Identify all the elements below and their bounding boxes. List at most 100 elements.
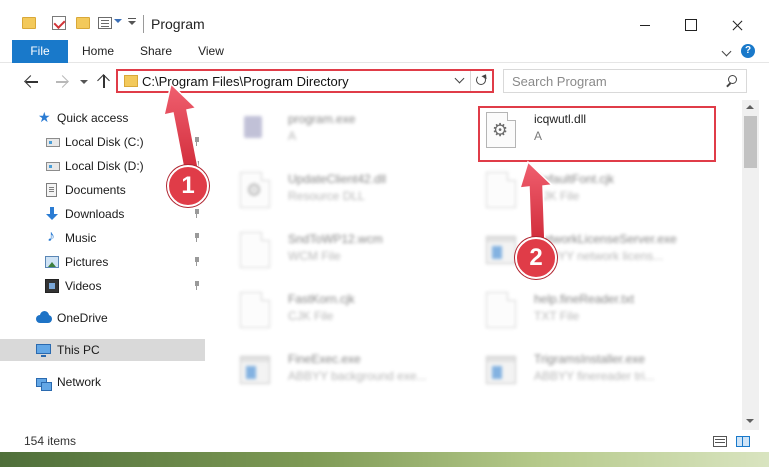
ribbon: File Home Share View ? xyxy=(0,40,769,63)
file-icon xyxy=(486,172,516,208)
documents-icon xyxy=(46,183,57,197)
pin-icon[interactable] xyxy=(193,209,201,218)
list-item[interactable]: DefaultFont.cjk CJK File xyxy=(460,164,700,216)
list-item[interactable]: FineExec.exe ABBYY background exe... xyxy=(214,344,454,396)
dll-gear-icon xyxy=(240,172,270,208)
search-input[interactable]: Search Program xyxy=(512,74,607,89)
file-name: TrigramsInstaller.exe xyxy=(534,352,645,366)
tab-share[interactable]: Share xyxy=(136,40,176,63)
sidebar-item-label: Network xyxy=(57,375,102,389)
sidebar-item-quick-access[interactable]: Quick access xyxy=(0,107,205,129)
sidebar-item-network[interactable]: Network xyxy=(0,371,205,393)
computer-icon xyxy=(36,344,51,357)
pin-icon[interactable] xyxy=(193,233,201,242)
scroll-thumb[interactable] xyxy=(744,116,757,168)
list-item[interactable]: SndToWP12.wcm WCM File xyxy=(214,224,454,276)
file-type: CJK File xyxy=(534,189,580,203)
title-separator xyxy=(143,15,144,33)
minimize-button[interactable] xyxy=(622,12,668,38)
pin-icon[interactable] xyxy=(193,257,201,266)
setup-icon xyxy=(240,112,270,148)
file-icon xyxy=(486,292,516,328)
tab-file[interactable]: File xyxy=(12,40,68,63)
recent-locations-icon[interactable] xyxy=(80,80,88,84)
pin-icon[interactable] xyxy=(193,137,201,146)
properties-check-icon[interactable] xyxy=(52,16,66,30)
search-icon[interactable] xyxy=(726,75,737,86)
sidebar-item-pictures[interactable]: Pictures xyxy=(0,251,205,273)
list-item[interactable]: FastKorn.cjk CJK File xyxy=(214,284,454,336)
status-bar: 154 items xyxy=(0,430,769,452)
customize-toolbar-icon[interactable] xyxy=(128,18,136,26)
search-box[interactable]: Search Program xyxy=(503,69,747,93)
rename-icon[interactable] xyxy=(98,17,112,29)
expand-ribbon-icon[interactable] xyxy=(721,46,732,57)
file-icon xyxy=(240,292,270,328)
sidebar-item-label: This PC xyxy=(57,343,100,357)
onedrive-icon xyxy=(36,311,52,325)
file-type: CJK File xyxy=(288,309,334,323)
file-name: help.fineReader.txt xyxy=(534,292,635,306)
sidebar-item-onedrive[interactable]: OneDrive xyxy=(0,307,205,329)
drive-icon xyxy=(46,162,60,171)
vertical-scrollbar[interactable] xyxy=(742,100,759,430)
file-type: WCM File xyxy=(288,249,341,263)
refresh-icon[interactable] xyxy=(470,71,490,91)
folder-icon xyxy=(22,17,36,29)
list-item[interactable]: TrigramsInstaller.exe ABBYY finereader t… xyxy=(460,344,700,396)
close-button[interactable] xyxy=(714,12,760,38)
sidebar-item-local-disk-c[interactable]: Local Disk (C:) xyxy=(0,131,205,153)
sidebar-item-videos[interactable]: Videos xyxy=(0,275,205,297)
videos-icon xyxy=(45,279,59,293)
exe-icon xyxy=(240,356,270,384)
step-2-badge: 2 xyxy=(515,237,557,279)
file-type: A xyxy=(288,129,297,143)
up-arrow-icon[interactable] xyxy=(97,73,111,89)
file-type: ABBYY background exe... xyxy=(288,369,427,383)
chevron-down-icon[interactable] xyxy=(114,19,122,23)
address-path[interactable]: C:\Program Files\Program Directory xyxy=(142,74,349,89)
sidebar-item-this-pc[interactable]: This PC xyxy=(0,339,205,361)
list-item[interactable]: help.fineReader.txt TXT File xyxy=(460,284,700,336)
pictures-icon xyxy=(45,256,59,268)
step-1-badge: 1 xyxy=(167,165,209,207)
list-item[interactable]: UpdateClient42.dll Resource DLL xyxy=(214,164,454,216)
sidebar-item-label: Quick access xyxy=(57,111,129,125)
navigation-pane: Quick access Local Disk (C:) Local Disk … xyxy=(0,100,205,430)
tab-view[interactable]: View xyxy=(194,40,228,63)
file-explorer-window: Program File Home Share View ? C:\Progra… xyxy=(0,0,769,467)
file-name: FineExec.exe xyxy=(288,352,361,366)
file-icon xyxy=(240,232,270,268)
exe-icon xyxy=(486,356,516,384)
large-icons-view-icon[interactable] xyxy=(736,436,750,447)
pin-icon[interactable] xyxy=(193,281,201,290)
chevron-down-icon[interactable] xyxy=(454,73,465,84)
star-icon xyxy=(38,109,52,126)
sidebar-item-label: Music xyxy=(65,231,97,245)
navigation-bar: C:\Program Files\Program Directory Searc… xyxy=(0,64,769,100)
music-icon xyxy=(46,228,60,246)
address-bar[interactable]: C:\Program Files\Program Directory xyxy=(116,69,494,93)
maximize-button[interactable] xyxy=(668,12,714,38)
scroll-down-icon[interactable] xyxy=(746,419,754,423)
help-icon[interactable]: ? xyxy=(741,44,755,58)
sidebar-item-label: Downloads xyxy=(65,207,125,221)
drive-icon xyxy=(46,138,60,147)
scroll-up-icon[interactable] xyxy=(746,105,754,109)
list-item[interactable]: NetworkLicenseServer.exe ABBYY network l… xyxy=(460,224,700,276)
tab-home[interactable]: Home xyxy=(78,40,118,63)
sidebar-item-label: Local Disk (C:) xyxy=(65,135,144,149)
sidebar-item-music[interactable]: Music xyxy=(0,227,205,249)
file-name: NetworkLicenseServer.exe xyxy=(534,232,677,246)
forward-arrow-icon[interactable] xyxy=(54,75,70,89)
file-type: TXT File xyxy=(534,309,580,323)
sidebar-item-label: Documents xyxy=(65,183,126,197)
sidebar-item-label: OneDrive xyxy=(57,311,108,325)
details-view-icon[interactable] xyxy=(713,436,727,447)
sidebar-item-downloads[interactable]: Downloads xyxy=(0,203,205,225)
folder-icon xyxy=(124,75,138,87)
back-arrow-icon[interactable] xyxy=(24,75,40,89)
list-item[interactable]: program.exe A xyxy=(214,104,454,156)
new-folder-icon[interactable] xyxy=(76,17,90,29)
file-name: DefaultFont.cjk xyxy=(534,172,615,186)
